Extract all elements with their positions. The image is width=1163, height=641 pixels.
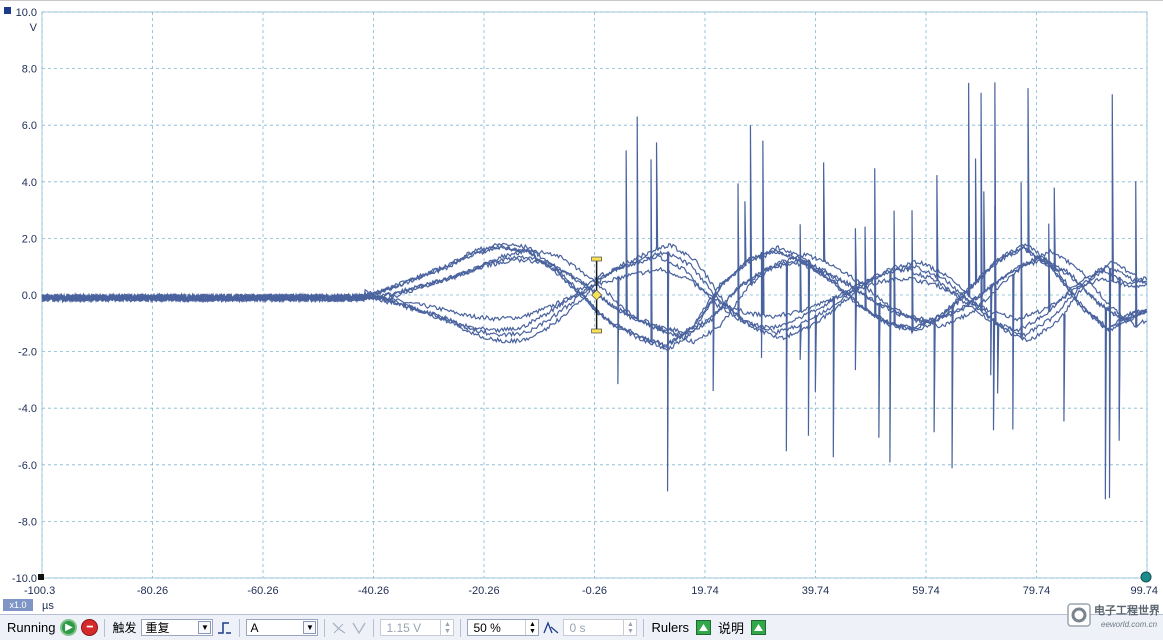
x-axis-ticks: -100.3 -80.26 -60.26 -40.26 -20.26 -0.26 19.74… [24,585,1158,597]
y-tick-label: -10.0 [12,573,37,585]
stop-button[interactable]: ━ [81,619,99,636]
play-icon: ▶ [65,622,73,633]
y-tick-label: 0.0 [22,290,37,302]
delay-input[interactable]: 0 s ▲ ▼ [563,619,638,636]
rulers-toggle-button[interactable] [696,620,712,635]
notes-toggle-button[interactable] [751,620,767,635]
start-button[interactable]: ▶ [60,619,78,636]
zoom-badge[interactable]: x1.0 [3,599,33,611]
x-tick-label: 59.74 [912,585,940,597]
x-axis-unit: µs [42,600,54,612]
y-tick-label: -2.0 [18,347,37,359]
trigger-lower-handle[interactable] [591,328,602,334]
trigger-upper-handle[interactable] [591,256,602,262]
notes-label: 说明 [718,621,745,636]
channel-a-marker[interactable] [4,7,11,14]
x-tick-label: -40.26 [358,585,389,597]
divider [104,618,106,637]
x-tick-label: 39.74 [802,585,830,597]
x-tick-label: -20.26 [468,585,499,597]
threshold-input[interactable]: 1.15 V ▲ ▼ [380,619,455,636]
trigger-edge-button[interactable] [216,619,234,637]
x-tick-label: 19.74 [691,585,719,597]
triangle-up-icon [699,624,709,631]
delay-mode-button[interactable] [542,619,560,637]
dual-edge-button[interactable] [350,619,368,637]
x-tick-label: 79.74 [1023,585,1051,597]
divider [373,618,375,637]
falling-edge-icon [332,622,346,634]
y-axis-ticks: 10.0 8.0 6.0 4.0 2.0 0.0 -2.0 -4.0 -6.0 -8.0 -10.0… [4,7,44,585]
spinner-arrows-icon[interactable]: ▲ ▼ [440,620,453,635]
divider [643,618,645,637]
trigger-mode-select[interactable]: 重复 ▼ [141,619,214,636]
divider [460,618,462,637]
dual-edge-icon [352,622,367,634]
y-tick-label: -8.0 [18,516,37,528]
end-marker-dot[interactable] [1140,571,1152,583]
x-tick-label: -100.3 [24,585,55,597]
y-tick-label: -4.0 [18,403,37,415]
trigger-mode-value: 重复 [145,621,170,635]
y-tick-label: -6.0 [18,460,37,472]
x-tick-label: -80.26 [137,585,168,597]
chevron-down-icon[interactable]: ▼ [303,621,317,634]
logo-main-text: 电子工程世界 [1094,603,1159,617]
delay-value: 0 s [569,620,586,635]
divider [239,618,241,637]
y-tick-label: 8.0 [22,64,37,76]
y-tick-label: 4.0 [22,177,37,189]
x-tick-label: -0.26 [582,585,607,597]
logo-url-text: eeworld.com.cn [1101,620,1158,629]
chevron-down-icon[interactable]: ▼ [198,621,212,634]
threshold-value: 1.15 V [386,620,422,635]
trigger-source-select[interactable]: A ▼ [246,619,319,636]
run-status: Running [7,620,56,635]
x-tick-label: -60.26 [247,585,278,597]
triangle-up-icon [754,624,764,631]
eeworld-logo: 电子工程世界 eeworld.com.cn [1067,600,1160,636]
y-tick-label: 6.0 [22,120,37,132]
falling-edge-button[interactable] [330,619,348,637]
stop-icon: ━ [86,622,93,633]
delay-icon [543,620,559,633]
spinner-arrows-icon[interactable]: ▲ ▼ [623,620,636,635]
axis-origin-marker [38,574,44,580]
rulers-label: Rulers [651,620,690,635]
y-axis-unit: V [30,22,38,34]
scope-display[interactable]: 10.0 8.0 6.0 4.0 2.0 0.0 -2.0 -4.0 -6.0 -8.0 -10.0… [0,0,1163,615]
bottom-toolbar: Running ▶ ━ 触发 重复 ▼ A ▼ 1.15 V ▲ ▼ 50 % … [0,614,1163,640]
trigger-source-value: A [250,620,259,635]
x-tick-label: 99.74 [1130,585,1158,597]
trigger-label: 触发 [112,621,137,635]
logo-svg: 电子工程世界 eeworld.com.cn [1067,603,1160,629]
divider [324,618,326,637]
rising-edge-icon [218,621,232,634]
scope-plot-svg[interactable]: 10.0 8.0 6.0 4.0 2.0 0.0 -2.0 -4.0 -6.0 -8.0 -10.0… [0,1,1163,615]
pretrigger-value: 50 % [473,620,501,635]
pretrigger-input[interactable]: 50 % ▲ ▼ [467,619,540,636]
y-tick-label: 2.0 [22,233,37,245]
y-tick-label: 10.0 [16,7,37,19]
spinner-arrows-icon[interactable]: ▲ ▼ [525,620,538,635]
